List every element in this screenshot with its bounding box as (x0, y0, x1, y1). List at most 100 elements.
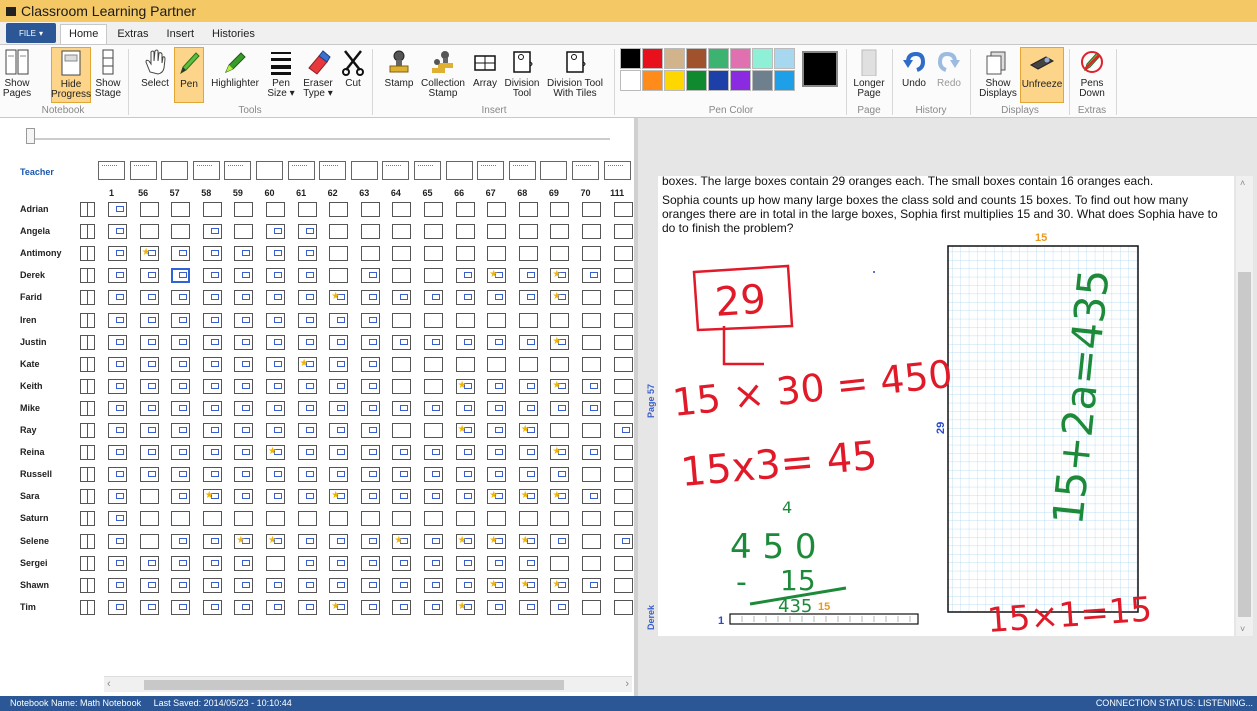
student-page-cell[interactable]: ★ (487, 489, 507, 505)
student-page-cell[interactable] (487, 467, 507, 483)
vertical-scrollbar[interactable]: ˄ ˅ (1236, 176, 1253, 636)
undo-button[interactable]: Undo (898, 47, 930, 103)
student-page-cell[interactable] (613, 312, 633, 328)
student-page-cell[interactable]: ★ (329, 599, 349, 615)
student-page-cell[interactable] (329, 378, 349, 394)
student-page-cell[interactable] (266, 202, 285, 217)
student-page-cell[interactable] (139, 202, 159, 217)
student-page-cell[interactable] (424, 577, 443, 593)
color-swatch[interactable] (730, 70, 751, 91)
student-page-cell[interactable] (297, 489, 317, 505)
student-page-cell[interactable] (487, 246, 507, 262)
student-notebook-icon[interactable] (80, 202, 95, 217)
student-page-cell[interactable] (424, 268, 443, 284)
student-page-cell[interactable] (139, 378, 159, 394)
student-page-cell[interactable] (266, 378, 285, 394)
student-page-cell[interactable] (487, 224, 507, 240)
student-notebook-icon[interactable] (80, 378, 95, 394)
student-page-cell[interactable] (455, 489, 475, 505)
student-page-cell[interactable] (582, 577, 601, 593)
student-page-cell[interactable] (329, 246, 349, 262)
student-page-cell[interactable] (518, 511, 538, 527)
student-page-cell[interactable] (234, 489, 254, 505)
student-notebook-icon[interactable] (80, 577, 95, 593)
student-page-cell[interactable] (108, 334, 127, 350)
color-swatch[interactable] (620, 48, 641, 69)
student-page-cell[interactable] (455, 356, 475, 372)
student-page-cell[interactable] (613, 511, 633, 527)
student-page-cell[interactable] (360, 533, 380, 549)
student-page-cell[interactable] (424, 489, 443, 505)
student-page-cell[interactable] (360, 268, 380, 284)
student-page-cell[interactable] (424, 555, 443, 571)
student-page-cell[interactable] (266, 423, 285, 438)
student-page-cell[interactable] (360, 400, 380, 416)
student-page-cell[interactable] (613, 224, 633, 240)
student-page-cell[interactable] (202, 445, 222, 461)
color-swatch[interactable] (708, 70, 729, 91)
student-page-cell[interactable] (487, 356, 507, 372)
notebook-page[interactable]: boxes. The large boxes contain 29 orange… (658, 176, 1234, 636)
student-page-cell[interactable] (550, 400, 570, 416)
student-page-cell[interactable] (360, 290, 380, 306)
student-notebook-icon[interactable] (80, 445, 95, 461)
student-page-cell[interactable] (613, 378, 633, 394)
array-button[interactable]: Array (470, 47, 500, 103)
student-page-cell[interactable] (139, 555, 159, 571)
student-page-cell[interactable]: ★ (234, 533, 254, 549)
student-page-cell[interactable] (392, 356, 412, 372)
student-page-cell[interactable]: ★ (266, 445, 285, 461)
student-page-cell[interactable] (297, 312, 317, 328)
student-notebook-icon[interactable] (80, 400, 95, 416)
student-page-cell[interactable] (392, 290, 412, 306)
student-page-cell[interactable]: ★ (297, 356, 317, 372)
collection-stamp-button[interactable]: Collection Stamp (418, 47, 468, 103)
student-page-cell[interactable] (582, 467, 601, 483)
student-page-cell[interactable] (392, 511, 412, 527)
student-page-cell[interactable] (297, 577, 317, 593)
student-page-cell[interactable] (139, 533, 159, 549)
student-page-cell[interactable] (234, 511, 254, 527)
longer-page-button[interactable]: Longer Page (849, 47, 889, 103)
student-page-cell[interactable] (108, 224, 127, 240)
student-page-cell[interactable] (487, 202, 507, 217)
student-page-cell[interactable] (297, 599, 317, 615)
teacher-page-thumbnail[interactable] (98, 161, 125, 180)
teacher-page-thumbnail[interactable] (287, 161, 315, 180)
student-page-cell[interactable] (297, 378, 317, 394)
student-page-cell[interactable] (297, 246, 317, 262)
color-swatch[interactable] (686, 48, 707, 69)
student-page-cell[interactable] (550, 599, 570, 615)
student-page-cell[interactable] (392, 423, 412, 438)
student-page-cell[interactable] (108, 400, 127, 416)
student-page-cell[interactable] (139, 224, 159, 240)
student-page-cell[interactable] (234, 312, 254, 328)
student-page-cell[interactable] (234, 467, 254, 483)
student-page-cell[interactable] (234, 356, 254, 372)
student-page-cell[interactable] (202, 555, 222, 571)
student-page-cell[interactable]: ★ (550, 378, 570, 394)
student-page-cell[interactable] (266, 312, 285, 328)
student-page-cell[interactable] (582, 290, 601, 306)
student-page-cell[interactable] (518, 246, 538, 262)
color-swatch[interactable] (642, 48, 663, 69)
student-page-cell[interactable]: ★ (202, 489, 222, 505)
student-page-cell[interactable] (329, 511, 349, 527)
student-page-cell[interactable] (582, 246, 601, 262)
student-page-cell[interactable] (360, 577, 380, 593)
teacher-page-thumbnail[interactable] (129, 161, 157, 180)
student-page-cell[interactable] (234, 445, 254, 461)
student-page-cell[interactable] (613, 268, 633, 284)
student-notebook-icon[interactable] (80, 224, 95, 240)
student-page-cell[interactable] (266, 268, 285, 284)
tab-extras[interactable]: Extras (109, 25, 156, 44)
student-page-cell[interactable] (582, 533, 601, 549)
student-page-cell[interactable] (108, 577, 127, 593)
student-page-cell[interactable] (202, 312, 222, 328)
student-page-cell[interactable] (455, 268, 475, 284)
student-page-cell[interactable] (171, 400, 191, 416)
student-page-cell[interactable] (550, 246, 570, 262)
student-page-cell[interactable] (360, 445, 380, 461)
student-page-cell[interactable] (392, 246, 412, 262)
division-tool-button[interactable]: Division Tool (503, 47, 541, 103)
